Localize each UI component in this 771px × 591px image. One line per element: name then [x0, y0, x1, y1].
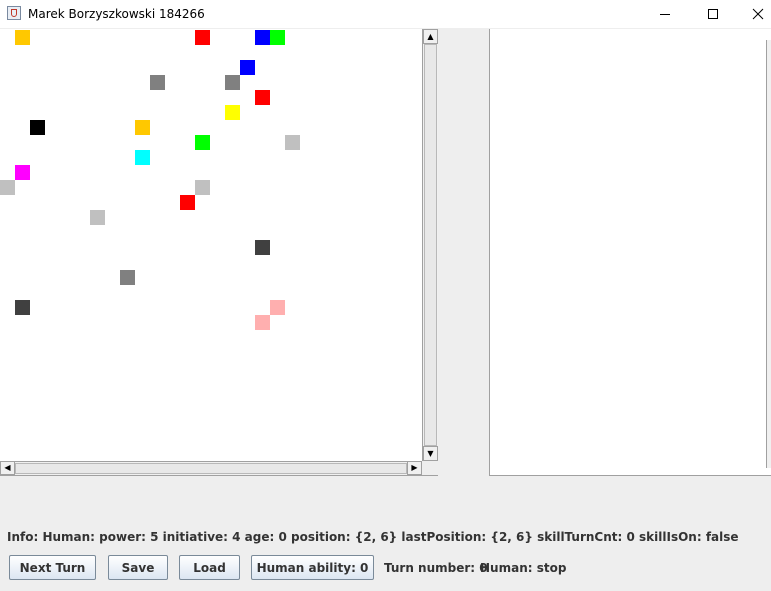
vertical-scroll-thumb[interactable] — [424, 44, 437, 446]
organism-cell[interactable] — [255, 240, 270, 255]
horizontal-scrollbar[interactable]: ◀ ▶ — [0, 461, 422, 475]
organism-cell[interactable] — [0, 180, 15, 195]
save-button[interactable]: Save — [108, 555, 168, 580]
organism-cell[interactable] — [135, 120, 150, 135]
organism-cell[interactable] — [15, 165, 30, 180]
organism-cell[interactable] — [195, 180, 210, 195]
minimize-icon — [660, 14, 670, 15]
organism-cell[interactable] — [255, 315, 270, 330]
organism-info: Info: Human: power: 5 initiative: 4 age:… — [7, 530, 739, 544]
organism-cell[interactable] — [30, 120, 45, 135]
java-app-icon — [7, 6, 21, 20]
scroll-up-icon[interactable]: ▲ — [423, 29, 438, 44]
organism-cell[interactable] — [180, 195, 195, 210]
scroll-left-icon[interactable]: ◀ — [0, 461, 15, 475]
organism-cell[interactable] — [270, 30, 285, 45]
maximize-button[interactable] — [690, 0, 736, 28]
vertical-scrollbar[interactable]: ▲ ▼ — [422, 29, 438, 461]
organism-cell[interactable] — [195, 30, 210, 45]
scroll-corner — [422, 461, 438, 475]
organism-cell[interactable] — [285, 135, 300, 150]
turn-number-label: Turn number: 0 — [384, 561, 488, 575]
world-scroll-pane: ▲ ▼ ◀ ▶ — [0, 29, 438, 476]
organism-cell[interactable] — [90, 210, 105, 225]
log-panel[interactable] — [489, 29, 771, 476]
organism-cell[interactable] — [135, 150, 150, 165]
scroll-right-icon[interactable]: ▶ — [407, 461, 422, 475]
organism-cell[interactable] — [240, 60, 255, 75]
organism-cell[interactable] — [120, 270, 135, 285]
world-grid[interactable] — [0, 29, 422, 461]
title-bar: Marek Borzyszkowski 184266 — [0, 0, 771, 28]
organism-cell[interactable] — [225, 75, 240, 90]
maximize-icon — [708, 9, 718, 19]
organism-cell[interactable] — [15, 30, 30, 45]
organism-cell[interactable] — [195, 135, 210, 150]
organism-cell[interactable] — [225, 105, 240, 120]
human-ability-button[interactable]: Human ability: 0 — [251, 555, 374, 580]
human-status-label: Human: stop — [480, 561, 567, 575]
scroll-down-icon[interactable]: ▼ — [423, 446, 438, 461]
window-title: Marek Borzyszkowski 184266 — [28, 7, 205, 21]
log-scrollbar[interactable] — [766, 40, 771, 468]
next-turn-button[interactable]: Next Turn — [9, 555, 96, 580]
horizontal-scroll-thumb[interactable] — [15, 463, 407, 474]
organism-cell[interactable] — [255, 30, 270, 45]
organism-cell[interactable] — [270, 300, 285, 315]
organism-cell[interactable] — [255, 90, 270, 105]
close-button[interactable] — [735, 0, 771, 28]
close-icon — [752, 8, 764, 20]
load-button[interactable]: Load — [179, 555, 240, 580]
minimize-button[interactable] — [642, 0, 688, 28]
organism-cell[interactable] — [15, 300, 30, 315]
organism-cell[interactable] — [150, 75, 165, 90]
